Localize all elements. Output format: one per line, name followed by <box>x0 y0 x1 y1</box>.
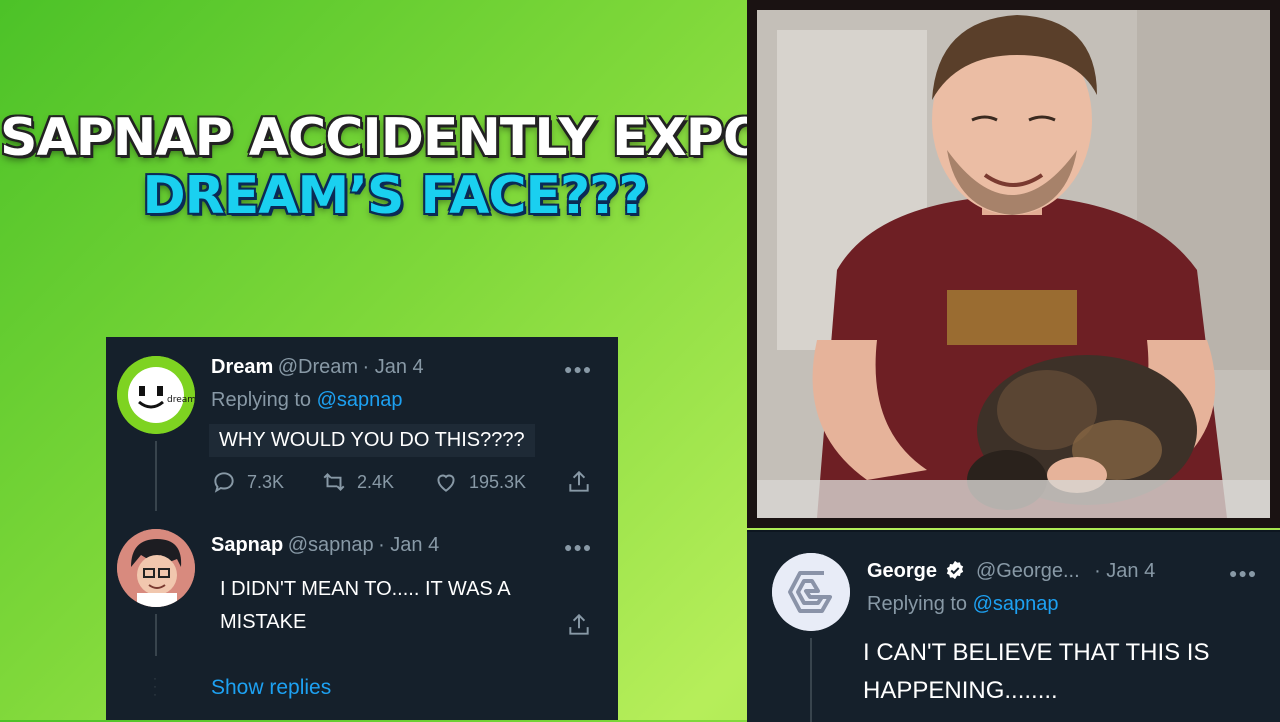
thread-connector-line <box>810 638 812 722</box>
dream-more-icon[interactable]: ●●● <box>564 361 592 377</box>
george-handle[interactable]: @George... <box>976 560 1080 582</box>
sapnap-avatar[interactable] <box>117 529 195 607</box>
sapnap-tweet-text: I DIDN'T MEAN TO..... IT WAS A MISTAKE <box>220 573 511 639</box>
dream-display-name[interactable]: Dream <box>211 356 273 378</box>
share-icon <box>569 470 589 492</box>
sapnap-share-button[interactable] <box>566 612 592 638</box>
thread-connector-line <box>155 614 157 656</box>
share-icon <box>569 613 589 635</box>
sapnap-tweet-line-2: MISTAKE <box>220 611 307 633</box>
dream-avatar[interactable]: dream <box>117 356 195 434</box>
george-tweet-card: George @George... · Jan 4 ●●● Replying t… <box>747 530 1280 722</box>
dream-avatar-text: dream <box>167 395 195 405</box>
sapnap-more-icon[interactable]: ●●● <box>564 539 592 555</box>
sapnap-tweet-line-1: I DIDN'T MEAN TO..... IT WAS A <box>220 578 511 600</box>
tweet-thread-card: dream Dream @Dream · Jan 4 ●●● Replying … <box>106 337 618 720</box>
thumbnail-title-line-1: SAPNAP ACCIDENTLY EXPOSES <box>0 108 875 168</box>
dream-tweet-header: Dream @Dream · Jan 4 <box>211 356 424 379</box>
george-tweet-header: George @George... · Jan 4 <box>867 560 1155 583</box>
reply-button[interactable]: 7.3K <box>211 469 284 495</box>
retweet-button[interactable]: 2.4K <box>321 469 394 495</box>
george-tweet-text: I CAN'T BELIEVE THAT THIS IS HAPPENING..… <box>863 634 1209 710</box>
retweet-count: 2.4K <box>357 471 395 492</box>
george-avatar[interactable] <box>772 553 850 631</box>
george-replying-to: Replying to @sapnap <box>867 593 1059 616</box>
dream-tweet-date[interactable]: · Jan 4 <box>362 356 423 378</box>
like-count: 195.3K <box>469 471 527 492</box>
sapnap-tweet-date[interactable]: · Jan 4 <box>378 534 439 556</box>
george-tweet-date[interactable]: · Jan 4 <box>1094 560 1155 582</box>
sapnap-display-name[interactable]: Sapnap <box>211 534 283 556</box>
thread-connector-line <box>155 441 157 511</box>
sapnap-face-icon <box>117 529 195 607</box>
george-logo-icon <box>772 553 850 631</box>
dream-face-icon: dream <box>117 356 195 434</box>
show-replies-link[interactable]: Show replies <box>211 676 331 700</box>
replying-to-label: Replying to <box>867 593 968 615</box>
thread-dots: · · · <box>153 671 157 701</box>
replying-to-mention[interactable]: @sapnap <box>973 593 1059 615</box>
like-button[interactable]: 195.3K <box>433 469 526 495</box>
reply-count: 7.3K <box>247 471 285 492</box>
dream-handle[interactable]: @Dream <box>278 356 358 378</box>
reply-icon <box>214 472 234 493</box>
verified-badge-icon <box>947 560 964 580</box>
replying-to-mention[interactable]: @sapnap <box>317 389 403 411</box>
sapnap-tweet-header: Sapnap @sapnap · Jan 4 <box>211 534 439 557</box>
share-button[interactable] <box>566 469 592 495</box>
george-more-icon[interactable]: ●●● <box>1229 565 1257 581</box>
heart-icon <box>437 474 455 492</box>
person-with-cat-photo <box>757 10 1270 518</box>
photo-frame <box>747 0 1280 528</box>
dream-tweet-text: WHY WOULD YOU DO THIS???? <box>209 424 535 457</box>
replying-to-label: Replying to <box>211 389 312 411</box>
sapnap-handle[interactable]: @sapnap <box>288 534 374 556</box>
retweet-icon <box>323 473 345 491</box>
george-tweet-line-2: HAPPENING........ <box>863 677 1058 704</box>
george-display-name[interactable]: George <box>867 560 937 582</box>
dream-replying-to: Replying to @sapnap <box>211 389 403 412</box>
george-tweet-line-1: I CAN'T BELIEVE THAT THIS IS <box>863 639 1210 666</box>
thumbnail-title-line-2: DREAM’S FACE??? <box>142 166 649 226</box>
